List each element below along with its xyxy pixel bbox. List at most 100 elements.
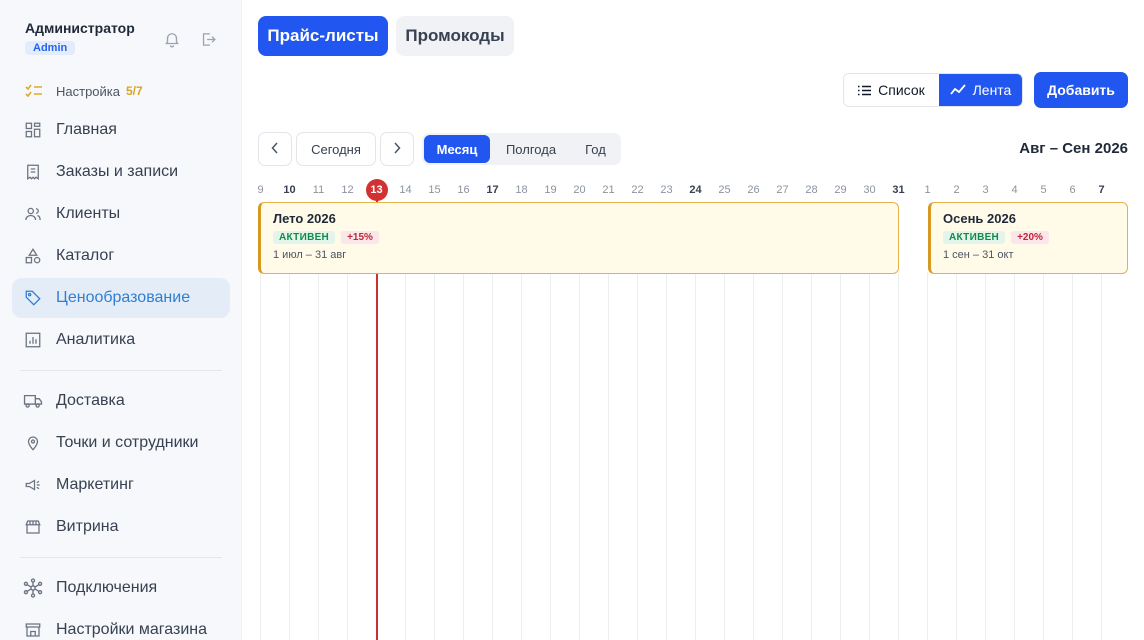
- day-label: 29: [834, 184, 847, 196]
- sidebar-item-storefront[interactable]: Витрина: [12, 507, 230, 547]
- prev-period-button[interactable]: [258, 132, 292, 166]
- period-half-year[interactable]: Полгода: [490, 135, 572, 163]
- day-label: 19: [544, 184, 557, 196]
- day-label: 25: [718, 184, 731, 196]
- price-list-card[interactable]: Лето 2026 АКТИВЕН +15% 1 июл – 31 авг: [258, 202, 899, 274]
- day-gridline: [260, 272, 261, 640]
- period-month[interactable]: Месяц: [424, 135, 490, 163]
- view-feed-button[interactable]: Лента: [938, 74, 1022, 106]
- day-label: 22: [631, 184, 644, 196]
- pin-icon: [23, 433, 43, 453]
- sidebar-item-clients[interactable]: Клиенты: [12, 194, 230, 234]
- sidebar-item-analytics[interactable]: Аналитика: [12, 320, 230, 360]
- price-list-card[interactable]: Осень 2026 АКТИВЕН +20% 1 сен – 31 окт: [928, 202, 1128, 274]
- sidebar: Администратор Admin Настройка 5/7 Главна…: [0, 0, 242, 640]
- day-gridline: [434, 272, 435, 640]
- tab-promo-codes[interactable]: Промокоды: [396, 16, 514, 56]
- role-badge: Admin: [25, 41, 76, 55]
- sidebar-item-label: Точки и сотрудники: [56, 434, 199, 451]
- period-selector: Месяц Полгода Год: [422, 133, 621, 165]
- period-year[interactable]: Год: [572, 135, 619, 163]
- sidebar-item-home[interactable]: Главная: [12, 110, 230, 150]
- truck-icon: [23, 391, 43, 411]
- sidebar-item-label: Доставка: [56, 392, 125, 409]
- day-gridline: [289, 272, 290, 640]
- list-icon: [858, 85, 872, 96]
- store-icon: [23, 517, 43, 537]
- price-list-name: Осень 2026: [943, 211, 1016, 226]
- price-list-dates: 1 июл – 31 авг: [273, 249, 347, 261]
- view-list-button[interactable]: Список: [844, 74, 939, 106]
- day-gridline: [927, 272, 928, 640]
- day-label: 30: [863, 184, 876, 196]
- day-label: 21: [602, 184, 615, 196]
- megaphone-icon: [23, 475, 43, 495]
- day-gridline: [956, 272, 957, 640]
- day-gridline: [840, 272, 841, 640]
- today-button[interactable]: Сегодня: [296, 132, 376, 166]
- sidebar-item-label: Подключения: [56, 579, 158, 596]
- sidebar-item-marketing[interactable]: Маркетинг: [12, 465, 230, 505]
- sidebar-item-catalog[interactable]: Каталог: [12, 236, 230, 276]
- sidebar-item-label: Витрина: [56, 518, 119, 535]
- sidebar-item-label: Настройки магазина: [56, 621, 208, 638]
- setup-progress[interactable]: Настройка 5/7: [25, 82, 143, 100]
- grid-icon: [23, 120, 43, 140]
- sidebar-item-locations[interactable]: Точки и сотрудники: [12, 423, 230, 463]
- day-gridline: [347, 272, 348, 640]
- view-list-label: Список: [878, 82, 925, 98]
- day-gridline: [753, 272, 754, 640]
- network-icon: [23, 578, 43, 598]
- day-label: 13: [370, 184, 383, 196]
- sidebar-divider: [20, 370, 222, 371]
- sidebar-item-pricing[interactable]: Ценообразование: [12, 278, 230, 318]
- next-period-button[interactable]: [380, 132, 414, 166]
- day-gridline: [521, 272, 522, 640]
- day-gridline: [1072, 272, 1073, 640]
- day-label: 6: [1069, 184, 1076, 196]
- day-gridline: [637, 272, 638, 640]
- day-label: 10: [283, 184, 296, 196]
- day-label: 27: [776, 184, 789, 196]
- setup-progress-count: 5/7: [126, 84, 143, 98]
- day-gridline: [550, 272, 551, 640]
- shop-settings-icon: [23, 620, 43, 640]
- day-label: 4: [1011, 184, 1018, 196]
- sidebar-item-integrations[interactable]: Подключения: [12, 568, 230, 608]
- trend-icon: [949, 84, 966, 96]
- day-gridline: [695, 272, 696, 640]
- sidebar-divider: [20, 557, 222, 558]
- add-button[interactable]: Добавить: [1034, 72, 1128, 108]
- day-gridline: [782, 272, 783, 640]
- day-gridline: [608, 272, 609, 640]
- day-label: 12: [341, 184, 354, 196]
- sidebar-item-delivery[interactable]: Доставка: [12, 381, 230, 421]
- day-gridline: [811, 272, 812, 640]
- sidebar-item-label: Клиенты: [56, 205, 121, 222]
- day-gridline: [724, 272, 725, 640]
- day-label: 7: [1098, 184, 1105, 196]
- user-name: Администратор: [25, 20, 135, 36]
- chevron-left-icon: [271, 141, 279, 157]
- sidebar-item-orders[interactable]: Заказы и записи: [12, 152, 230, 192]
- day-label: 24: [689, 184, 702, 196]
- setup-label: Настройка: [56, 83, 120, 99]
- day-label: 9: [257, 184, 264, 196]
- day-label: 1: [924, 184, 931, 196]
- tab-price-lists[interactable]: Прайс-листы: [258, 16, 388, 56]
- day-label: 18: [515, 184, 528, 196]
- shapes-icon: [23, 246, 43, 266]
- sidebar-item-store-settings[interactable]: Настройки магазина: [12, 610, 230, 640]
- markup-badge: +15%: [341, 231, 379, 244]
- day-gridline: [985, 272, 986, 640]
- sidebar-item-label: Ценообразование: [56, 289, 191, 306]
- logout-icon[interactable]: [197, 28, 219, 50]
- bell-icon[interactable]: [161, 28, 183, 50]
- status-badge: АКТИВЕН: [943, 231, 1006, 244]
- price-list-dates: 1 сен – 31 окт: [943, 249, 1014, 261]
- day-gridline: [666, 272, 667, 640]
- day-label: 23: [660, 184, 673, 196]
- day-label: 17: [486, 184, 499, 196]
- range-title: Авг – Сен 2026: [1019, 140, 1128, 157]
- price-list-name: Лето 2026: [273, 211, 336, 226]
